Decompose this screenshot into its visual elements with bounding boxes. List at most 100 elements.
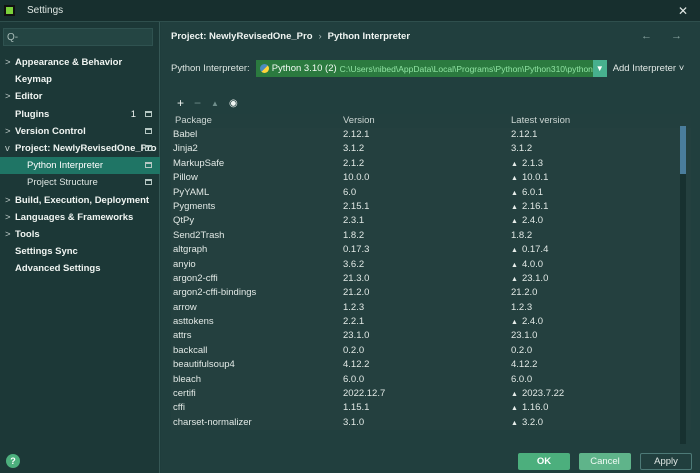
latest-version-value: 3.2.0 (521, 416, 544, 428)
scrollbar-thumb[interactable] (680, 126, 686, 174)
interpreter-select[interactable]: Python 3.10 (2) C:\Users\nibed\AppData\L… (255, 60, 607, 77)
sidebar-item-label: Editor (15, 91, 43, 103)
table-row[interactable]: bleach 6.0.0 6.0.0 (171, 373, 691, 387)
table-row[interactable]: argon2-cffi 21.3.0 ▲ 23.1.0 (171, 272, 691, 286)
table-row[interactable]: asttokens 2.2.1 ▲ 2.4.0 (171, 315, 691, 329)
package-name: Babel (173, 129, 198, 140)
table-row[interactable]: Babel 2.12.1 2.12.1 (171, 128, 691, 142)
upgrade-available-icon[interactable]: ▲ (511, 405, 518, 412)
help-button[interactable]: ? (6, 454, 20, 468)
show-eye-icon[interactable]: ◉ (229, 96, 238, 112)
package-latest: ▲ 1.16.0 (511, 401, 681, 415)
latest-version-value: 2023.7.22 (521, 388, 565, 400)
package-name: Pygments (173, 200, 216, 212)
package-version: 21.2.0 (343, 287, 370, 299)
latest-version-value: 2.1.3 (521, 157, 544, 169)
upgrade-available-icon[interactable]: ▲ (511, 247, 518, 254)
package-latest: ▲ 0.17.4 (511, 243, 681, 257)
table-row[interactable]: PyYAML 6.0 ▲ 6.0.1 (171, 186, 691, 200)
table-row[interactable]: Send2Trash 1.8.2 1.8.2 (171, 229, 691, 243)
package-latest: ▲ 2.4.0 (511, 315, 681, 329)
package-version: 2.3.1 (343, 215, 365, 227)
upgrade-available-icon[interactable]: ▲ (511, 420, 518, 427)
apply-button[interactable]: Apply (640, 453, 692, 470)
back-forward-arrows[interactable]: ← → (641, 30, 690, 42)
remove-package-icon[interactable]: − (194, 96, 201, 112)
upgrade-available-icon[interactable]: ▲ (511, 319, 518, 326)
sidebar-item-version-control[interactable]: > Version Control (0, 123, 160, 140)
upgrade-available-icon[interactable]: ▲ (511, 175, 518, 182)
chevron-right-icon[interactable]: > (5, 88, 11, 105)
add-package-icon[interactable]: + (177, 96, 184, 112)
table-row[interactable]: backcall 0.2.0 0.2.0 (171, 344, 691, 358)
sidebar-item-settings-sync[interactable]: Settings Sync (0, 243, 160, 260)
table-row[interactable]: beautifulsoup4 4.12.2 4.12.2 (171, 358, 691, 372)
package-name: anyio (173, 258, 196, 270)
package-latest: ▲ 23.1.0 (511, 272, 681, 286)
header-package[interactable]: Package (171, 114, 343, 128)
latest-version-value: 4.12.2 (511, 359, 538, 371)
package-name: cffi (173, 402, 185, 414)
table-row[interactable]: attrs 23.1.0 23.1.0 (171, 329, 691, 343)
table-row[interactable]: QtPy 2.3.1 ▲ 2.4.0 (171, 214, 691, 228)
sidebar-item-plugins[interactable]: Plugins 1 (0, 106, 160, 123)
sidebar-item-python-interpreter[interactable]: Python Interpreter (0, 157, 160, 175)
upgrade-available-icon[interactable]: ▲ (511, 276, 518, 283)
latest-version-value: 23.1.0 (511, 330, 538, 342)
upgrade-available-icon[interactable]: ▲ (511, 391, 518, 398)
table-row[interactable]: MarkupSafe 2.1.2 ▲ 2.1.3 (171, 157, 691, 171)
table-row[interactable]: charset-normalizer 3.1.0 ▲ 3.2.0 (171, 416, 691, 430)
chevron-right-icon[interactable]: > (5, 226, 11, 243)
chevron-right-icon[interactable]: > (5, 123, 11, 140)
package-latest: 2.12.1 (511, 128, 681, 142)
sidebar-item-keymap[interactable]: Keymap (0, 71, 160, 88)
upgrade-available-icon[interactable]: ▲ (511, 161, 518, 168)
breadcrumb-project[interactable]: Project: NewlyRevisedOne_Pro (171, 31, 313, 42)
package-latest: ▲ 3.2.0 (511, 416, 681, 430)
table-row[interactable]: cffi 1.15.1 ▲ 1.16.0 (171, 401, 691, 415)
table-row[interactable]: altgraph 0.17.3 ▲ 0.17.4 (171, 243, 691, 257)
table-row[interactable]: Pillow 10.0.0 ▲ 10.0.1 (171, 171, 691, 185)
package-name: bleach (173, 373, 201, 385)
header-latest-version[interactable]: Latest version (511, 114, 681, 128)
package-latest: 23.1.0 (511, 329, 681, 343)
upgrade-available-icon[interactable]: ▲ (511, 262, 518, 269)
upgrade-available-icon[interactable]: ▲ (511, 190, 518, 197)
sidebar-item-tools[interactable]: > Tools (0, 226, 160, 243)
package-latest: ▲ 2.4.0 (511, 214, 681, 228)
table-row[interactable]: certifi 2022.12.7 ▲ 2023.7.22 (171, 387, 691, 401)
chevron-right-icon[interactable]: > (5, 209, 11, 226)
chevron-right-icon[interactable]: > (5, 192, 11, 209)
package-name: Pillow (173, 172, 198, 184)
close-icon[interactable]: ✕ (678, 4, 688, 18)
sidebar-item-languages-frameworks[interactable]: > Languages & Frameworks (0, 209, 160, 226)
ok-button[interactable]: OK (518, 453, 570, 470)
sidebar-item-editor[interactable]: > Editor (0, 88, 160, 105)
upgrade-package-icon[interactable]: ▲ (211, 96, 219, 112)
sidebar-item-build-execution-deployment[interactable]: > Build, Execution, Deployment (0, 192, 160, 209)
sidebar-item-project-structure[interactable]: Project Structure (0, 174, 160, 191)
latest-version-value: 1.16.0 (521, 402, 549, 414)
chevron-down-icon[interactable]: ▼ (592, 60, 607, 77)
table-row[interactable]: Pygments 2.15.1 ▲ 2.16.1 (171, 200, 691, 214)
upgrade-available-icon[interactable]: ▲ (511, 218, 518, 225)
package-latest: 4.12.2 (511, 358, 681, 372)
table-row[interactable]: argon2-cffi-bindings 21.2.0 21.2.0 (171, 286, 691, 300)
table-row[interactable]: anyio 3.6.2 ▲ 4.0.0 (171, 258, 691, 272)
package-name: Send2Trash (173, 229, 225, 241)
breadcrumb: Project: NewlyRevisedOne_Pro › Python Inte… (171, 31, 410, 42)
sidebar-item-advanced-settings[interactable]: Advanced Settings (0, 260, 160, 277)
table-row[interactable]: arrow 1.2.3 1.2.3 (171, 301, 691, 315)
table-row[interactable]: Jinja2 3.1.2 3.1.2 (171, 142, 691, 156)
chevron-right-icon[interactable]: > (5, 54, 11, 71)
sidebar-item-project-newlyrevisedone-pro[interactable]: v Project: NewlyRevisedOne_Pro (0, 140, 160, 157)
scrollbar[interactable] (680, 126, 686, 444)
add-interpreter-button[interactable]: Add Interpreter ˅ (613, 63, 685, 74)
cancel-button[interactable]: Cancel (579, 453, 631, 470)
chevron-down-icon[interactable]: v (5, 140, 10, 157)
upgrade-available-icon[interactable]: ▲ (511, 204, 518, 211)
sidebar-item-appearance-behavior[interactable]: > Appearance & Behavior (0, 54, 160, 71)
breadcrumb-page: Python Interpreter (327, 31, 411, 42)
header-version[interactable]: Version (343, 114, 511, 128)
search-input[interactable]: Q- (3, 28, 153, 46)
